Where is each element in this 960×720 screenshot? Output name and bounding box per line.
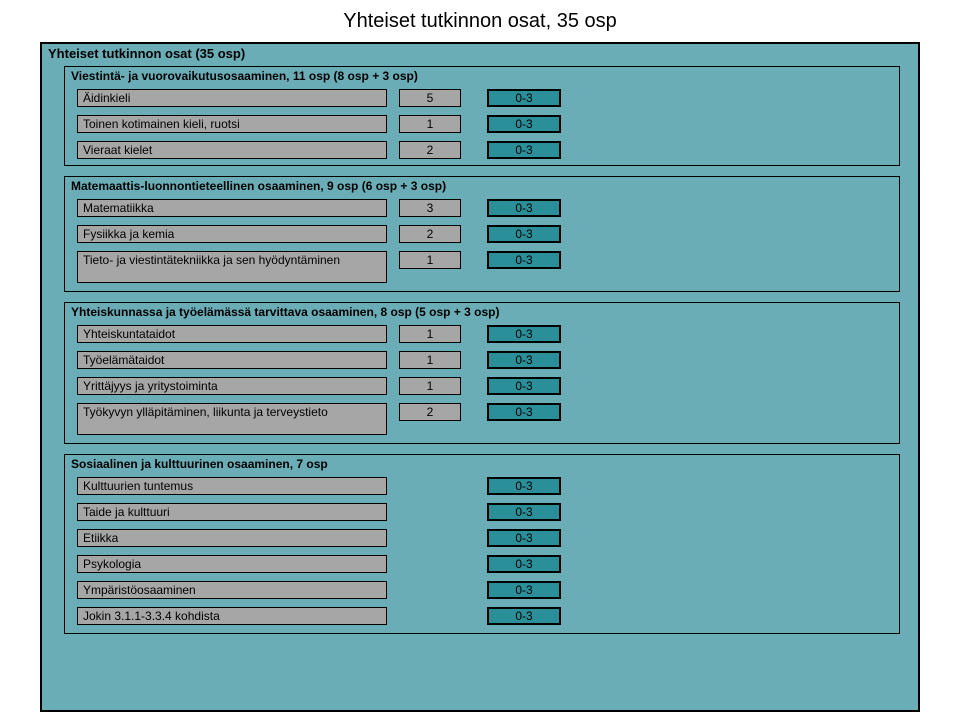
subject-name: Taide ja kulttuuri	[77, 503, 387, 521]
subject-range: 0-3	[487, 377, 561, 395]
section-communication: Viestintä- ja vuorovaikutusosaaminen, 11…	[64, 66, 900, 166]
subject-range: 0-3	[487, 581, 561, 599]
subject-credits: 1	[399, 377, 461, 395]
subject-range: 0-3	[487, 403, 561, 421]
subject-name: Vieraat kielet	[77, 141, 387, 159]
subject-name: Fysiikka ja kemia	[77, 225, 387, 243]
subject-range: 0-3	[487, 325, 561, 343]
section-title: Viestintä- ja vuorovaikutusosaaminen, 11…	[71, 69, 418, 83]
page-title: Yhteiset tutkinnon osat, 35 osp	[0, 0, 960, 39]
section-title: Matemaattis-luonnontieteellinen osaamine…	[71, 179, 446, 193]
subject-credits: 1	[399, 351, 461, 369]
subject-credits: 5	[399, 89, 461, 107]
subject-name: Toinen kotimainen kieli, ruotsi	[77, 115, 387, 133]
subject-range: 0-3	[487, 199, 561, 217]
subject-name: Työelämätaidot	[77, 351, 387, 369]
outer-title: Yhteiset tutkinnon osat (35 osp)	[48, 46, 245, 61]
subject-range: 0-3	[487, 251, 561, 269]
subject-name: Kulttuurien tuntemus	[77, 477, 387, 495]
subject-credits: 2	[399, 225, 461, 243]
subject-range: 0-3	[487, 607, 561, 625]
section-title: Sosiaalinen ja kulttuurinen osaaminen, 7…	[71, 457, 328, 471]
subject-range: 0-3	[487, 225, 561, 243]
subject-name: Työkyvyn ylläpitäminen, liikunta ja terv…	[77, 403, 387, 435]
subject-range: 0-3	[487, 141, 561, 159]
subject-range: 0-3	[487, 477, 561, 495]
subject-name: Matematiikka	[77, 199, 387, 217]
subject-range: 0-3	[487, 555, 561, 573]
subject-name: Etiikka	[77, 529, 387, 547]
outer-container: Yhteiset tutkinnon osat (35 osp) Viestin…	[40, 42, 920, 712]
subject-name: Äidinkieli	[77, 89, 387, 107]
subject-credits: 1	[399, 325, 461, 343]
subject-name: Yhteiskuntataidot	[77, 325, 387, 343]
section-society: Yhteiskunnassa ja työelämässä tarvittava…	[64, 302, 900, 444]
section-math: Matemaattis-luonnontieteellinen osaamine…	[64, 176, 900, 292]
subject-credits: 2	[399, 403, 461, 421]
subject-range: 0-3	[487, 503, 561, 521]
subject-name: Tieto- ja viestintätekniikka ja sen hyöd…	[77, 251, 387, 283]
subject-name: Yrittäjyys ja yritystoiminta	[77, 377, 387, 395]
section-social: Sosiaalinen ja kulttuurinen osaaminen, 7…	[64, 454, 900, 634]
subject-name: Ympäristöosaaminen	[77, 581, 387, 599]
subject-credits: 1	[399, 251, 461, 269]
section-title: Yhteiskunnassa ja työelämässä tarvittava…	[71, 305, 500, 319]
subject-range: 0-3	[487, 351, 561, 369]
subject-credits: 2	[399, 141, 461, 159]
subject-range: 0-3	[487, 529, 561, 547]
subject-range: 0-3	[487, 115, 561, 133]
subject-credits: 3	[399, 199, 461, 217]
subject-name: Jokin 3.1.1-3.3.4 kohdista	[77, 607, 387, 625]
subject-credits: 1	[399, 115, 461, 133]
subject-range: 0-3	[487, 89, 561, 107]
subject-name: Psykologia	[77, 555, 387, 573]
